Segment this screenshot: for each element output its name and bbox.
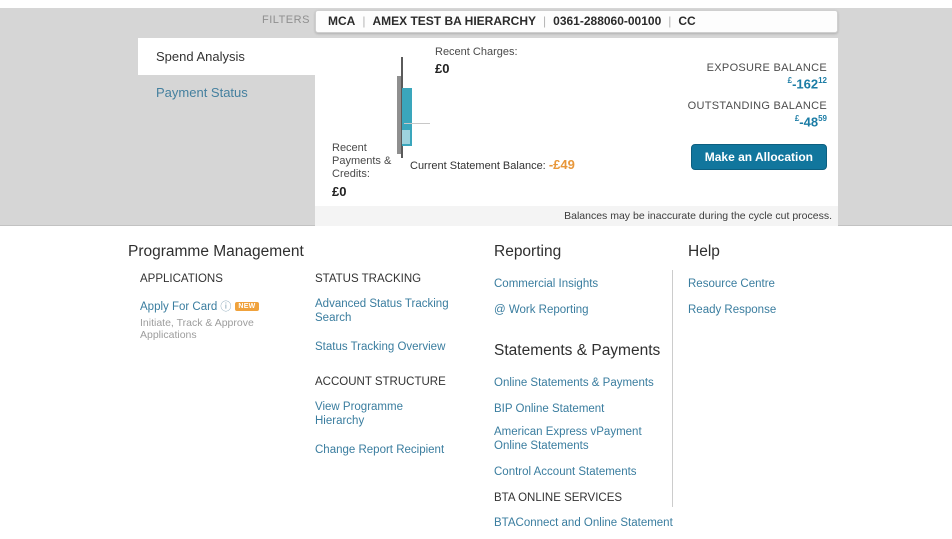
reporting-column: Reporting Commercial Insights @ Work Rep…: [494, 243, 674, 539]
status-tracking-column: STATUS TRACKING Advanced Status Tracking…: [315, 273, 451, 458]
spend-analysis-panel: Recent Charges: £0 Recent Payments & Cre…: [315, 38, 838, 226]
filter-separator: |: [661, 14, 678, 28]
outstanding-minor: 59: [818, 114, 827, 123]
outstanding-balance-label: OUTSTANDING BALANCE: [688, 100, 827, 112]
status-tracking-header: STATUS TRACKING: [315, 273, 451, 285]
account-structure-header: ACCOUNT STRUCTURE: [315, 376, 451, 388]
resource-centre-link[interactable]: Resource Centre: [688, 277, 775, 291]
exposure-balance-label: EXPOSURE BALANCE: [688, 62, 827, 74]
footer-vertical-divider: [672, 270, 673, 507]
filter-separator: |: [536, 14, 553, 28]
current-statement-balance: Current Statement Balance: -£49: [410, 157, 575, 172]
recent-payments-value: £0: [332, 184, 408, 199]
filter-item-cc: CC: [678, 14, 695, 28]
current-statement-label: Current Statement Balance:: [410, 160, 546, 172]
balances-block: EXPOSURE BALANCE £-16212 OUTSTANDING BAL…: [688, 62, 827, 170]
tab-payment-status[interactable]: Payment Status: [138, 75, 315, 111]
exposure-balance-value: £-16212: [688, 76, 827, 91]
vpayment-online-statements-link[interactable]: American Express vPayment Online Stateme…: [494, 425, 674, 453]
status-tracking-overview-link[interactable]: Status Tracking Overview: [315, 340, 445, 354]
outstanding-amount: -48: [799, 115, 818, 130]
programme-management-title: Programme Management: [128, 243, 304, 261]
filter-item-account-number: 0361-288060-00100: [553, 14, 661, 28]
exposure-amount: -162: [792, 76, 818, 91]
filter-selection-bar[interactable]: MCA|AMEX TEST BA HIERARCHY|0361-288060-0…: [315, 10, 838, 33]
chart-zero-line: [404, 123, 430, 124]
filter-item-hierarchy: AMEX TEST BA HIERARCHY: [372, 14, 536, 28]
change-report-recipient-link[interactable]: Change Report Recipient: [315, 443, 444, 457]
view-programme-hierarchy-link[interactable]: View Programme Hierarchy: [315, 400, 451, 428]
advanced-status-tracking-search-link[interactable]: Advanced Status Tracking Search: [315, 297, 451, 325]
ready-response-link[interactable]: Ready Response: [688, 303, 776, 317]
applications-column: APPLICATIONS Apply For Cardⓘ NEW Initiate…: [140, 273, 310, 341]
tab-spend-analysis[interactable]: Spend Analysis: [138, 38, 315, 75]
help-title: Help: [688, 243, 838, 261]
current-statement-value: -£49: [549, 157, 575, 172]
btaconnect-online-statement-link[interactable]: BTAConnect and Online Statement: [494, 516, 673, 530]
apply-for-card-row: Apply For Cardⓘ NEW: [140, 297, 310, 315]
exposure-minor: 12: [818, 76, 827, 85]
footer-navigation: Programme Management APPLICATIONS Apply …: [0, 226, 952, 509]
bta-online-services-header: BTA ONLINE SERVICES: [494, 492, 674, 504]
control-account-statements-link[interactable]: Control Account Statements: [494, 465, 637, 479]
commercial-insights-link[interactable]: Commercial Insights: [494, 277, 598, 291]
apply-for-card-link[interactable]: Apply For Card: [140, 300, 217, 314]
filter-separator: |: [355, 14, 372, 28]
statements-payments-title: Statements & Payments: [494, 342, 674, 360]
make-allocation-button[interactable]: Make an Allocation: [691, 144, 827, 170]
filter-item-mca: MCA: [328, 14, 355, 28]
filters-label: FILTERS: [262, 14, 310, 26]
new-badge: NEW: [235, 302, 258, 311]
help-column: Help Resource Centre Ready Response: [688, 243, 838, 326]
bip-online-statement-link[interactable]: BIP Online Statement: [494, 402, 604, 416]
work-reporting-link[interactable]: @ Work Reporting: [494, 303, 589, 317]
outstanding-balance-value: £-4859: [688, 114, 827, 129]
info-icon[interactable]: ⓘ: [220, 301, 231, 313]
applications-header: APPLICATIONS: [140, 273, 310, 285]
recent-payments-label: Recent Payments & Credits:: [332, 142, 408, 182]
balances-disclaimer: Balances may be inaccurate during the cy…: [315, 206, 838, 226]
online-statements-payments-link[interactable]: Online Statements & Payments: [494, 376, 654, 390]
reporting-title: Reporting: [494, 243, 674, 261]
recent-payments-credits: Recent Payments & Credits: £0: [332, 142, 408, 199]
apply-for-card-subtext: Initiate, Track & Approve Applications: [140, 317, 310, 341]
